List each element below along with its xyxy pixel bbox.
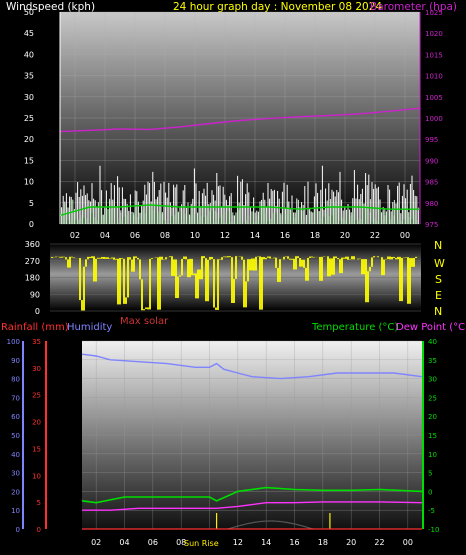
rain-tick: 5 (37, 499, 41, 507)
barometer-tick: 995 (425, 136, 438, 144)
time-tick: 12 (220, 231, 230, 240)
time-tick: 22 (374, 538, 384, 547)
time-tick: 00 (403, 538, 413, 547)
windspeed-tick: 40 (24, 50, 34, 59)
windspeed-tick: 10 (24, 178, 34, 187)
time-tick: 14 (261, 538, 271, 547)
compass-label-n: N (434, 239, 442, 252)
direction-tick: 0 (35, 307, 40, 316)
rain-tick: 10 (32, 472, 41, 480)
humidity-tick: 60 (11, 413, 20, 421)
humidity-tick: 20 (11, 488, 20, 496)
barometer-tick: 1025 (425, 9, 443, 17)
max-solar-label: Max solar (120, 316, 169, 327)
compass-label-w: W (434, 257, 445, 270)
time-tick: 12 (233, 538, 243, 547)
compass-label-n-bottom: N (434, 305, 442, 318)
time-tick: 18 (310, 231, 320, 240)
windspeed-tick: 30 (24, 93, 34, 102)
barometer-tick: 1020 (425, 30, 443, 38)
time-tick: 06 (148, 538, 158, 547)
temperature-tick: -5 (428, 507, 435, 515)
time-tick: 04 (119, 538, 129, 547)
barometer-tick: 1000 (425, 115, 443, 123)
direction-tick: 90 (30, 290, 40, 299)
rain-tick: 25 (32, 392, 41, 400)
temperature-tick: 0 (428, 488, 432, 496)
windspeed-tick: 45 (24, 29, 34, 38)
windspeed-tick: 50 (24, 8, 34, 17)
temperature-tick: 5 (428, 470, 432, 478)
temperature-tick: 35 (428, 357, 437, 365)
rain-tick: 30 (32, 365, 41, 373)
time-tick: 18 (318, 538, 328, 547)
barometer-tick: 985 (425, 179, 438, 187)
humidity-tick: 50 (11, 432, 20, 440)
barometer-tick: 1015 (425, 51, 443, 59)
rainfall-axis-title: Rainfall (mm) (1, 322, 69, 333)
barometer-axis-title: Barometer (hpa) (370, 1, 457, 13)
temperature-tick: 40 (428, 338, 437, 346)
barometer-tick: 975 (425, 221, 438, 229)
time-tick: 02 (70, 231, 80, 240)
windspeed-tick: 5 (29, 199, 34, 208)
time-tick: 02 (91, 538, 101, 547)
time-tick: 20 (340, 231, 350, 240)
time-tick: 06 (130, 231, 140, 240)
windspeed-axis-title: Windspeed (kph) (6, 1, 95, 13)
barometer-tick: 980 (425, 200, 438, 208)
time-tick: 10 (190, 231, 200, 240)
rain-tick: 15 (32, 445, 41, 453)
direction-tick: 360 (25, 240, 40, 249)
windspeed-tick: 25 (24, 114, 34, 123)
weather-graph: Windspeed (kph) 24 hour graph day : Nove… (1, 1, 466, 548)
compass-label-e: E (435, 289, 442, 302)
humidity-tick: 30 (11, 470, 20, 478)
time-tick: 22 (370, 231, 380, 240)
windspeed-tick: 35 (24, 72, 34, 81)
time-tick: 16 (280, 231, 290, 240)
temperature-tick: 30 (428, 376, 437, 384)
temperature-axis-title: Temperature (°C) (311, 322, 398, 333)
barometer-tick: 1005 (425, 94, 443, 102)
windspeed-tick: 15 (24, 156, 34, 165)
humidity-tick: 0 (16, 526, 20, 534)
direction-tick: 180 (25, 274, 40, 283)
time-tick: 04 (100, 231, 110, 240)
rain-tick: 0 (37, 526, 41, 534)
time-tick: 14 (250, 231, 260, 240)
humidity-tick: 10 (11, 507, 20, 515)
temperature-tick: 25 (428, 394, 437, 402)
barometer-tick: 990 (425, 157, 438, 165)
humidity-tick: 100 (7, 338, 20, 346)
direction-tick: 270 (25, 257, 40, 266)
temperature-tick: 15 (428, 432, 437, 440)
humidity-axis-title: Humidity (67, 322, 112, 333)
temperature-tick: 10 (428, 451, 437, 459)
dewpoint-axis-title: Dew Point (°C) (396, 322, 466, 333)
time-tick: 08 (160, 231, 170, 240)
time-tick: 20 (346, 538, 356, 547)
windspeed-tick: 0 (29, 220, 34, 229)
temperature-tick: 20 (428, 413, 437, 421)
rain-tick: 20 (32, 419, 41, 427)
humidity-tick: 40 (11, 451, 20, 459)
barometer-tick: 1010 (425, 73, 443, 81)
rain-tick: 35 (32, 338, 41, 346)
windspeed-tick: 20 (24, 135, 34, 144)
graph-title: 24 hour graph day : November 08 2024 (173, 1, 382, 13)
compass-label-s: S (435, 273, 442, 286)
temperature-tick: -10 (428, 526, 439, 534)
humidity-tick: 90 (11, 357, 20, 365)
time-tick: 00 (400, 231, 410, 240)
humidity-tick: 80 (11, 376, 20, 384)
time-tick: 16 (289, 538, 299, 547)
humidity-tick: 70 (11, 394, 20, 402)
sun-rise-label: Sun Rise (184, 539, 219, 548)
